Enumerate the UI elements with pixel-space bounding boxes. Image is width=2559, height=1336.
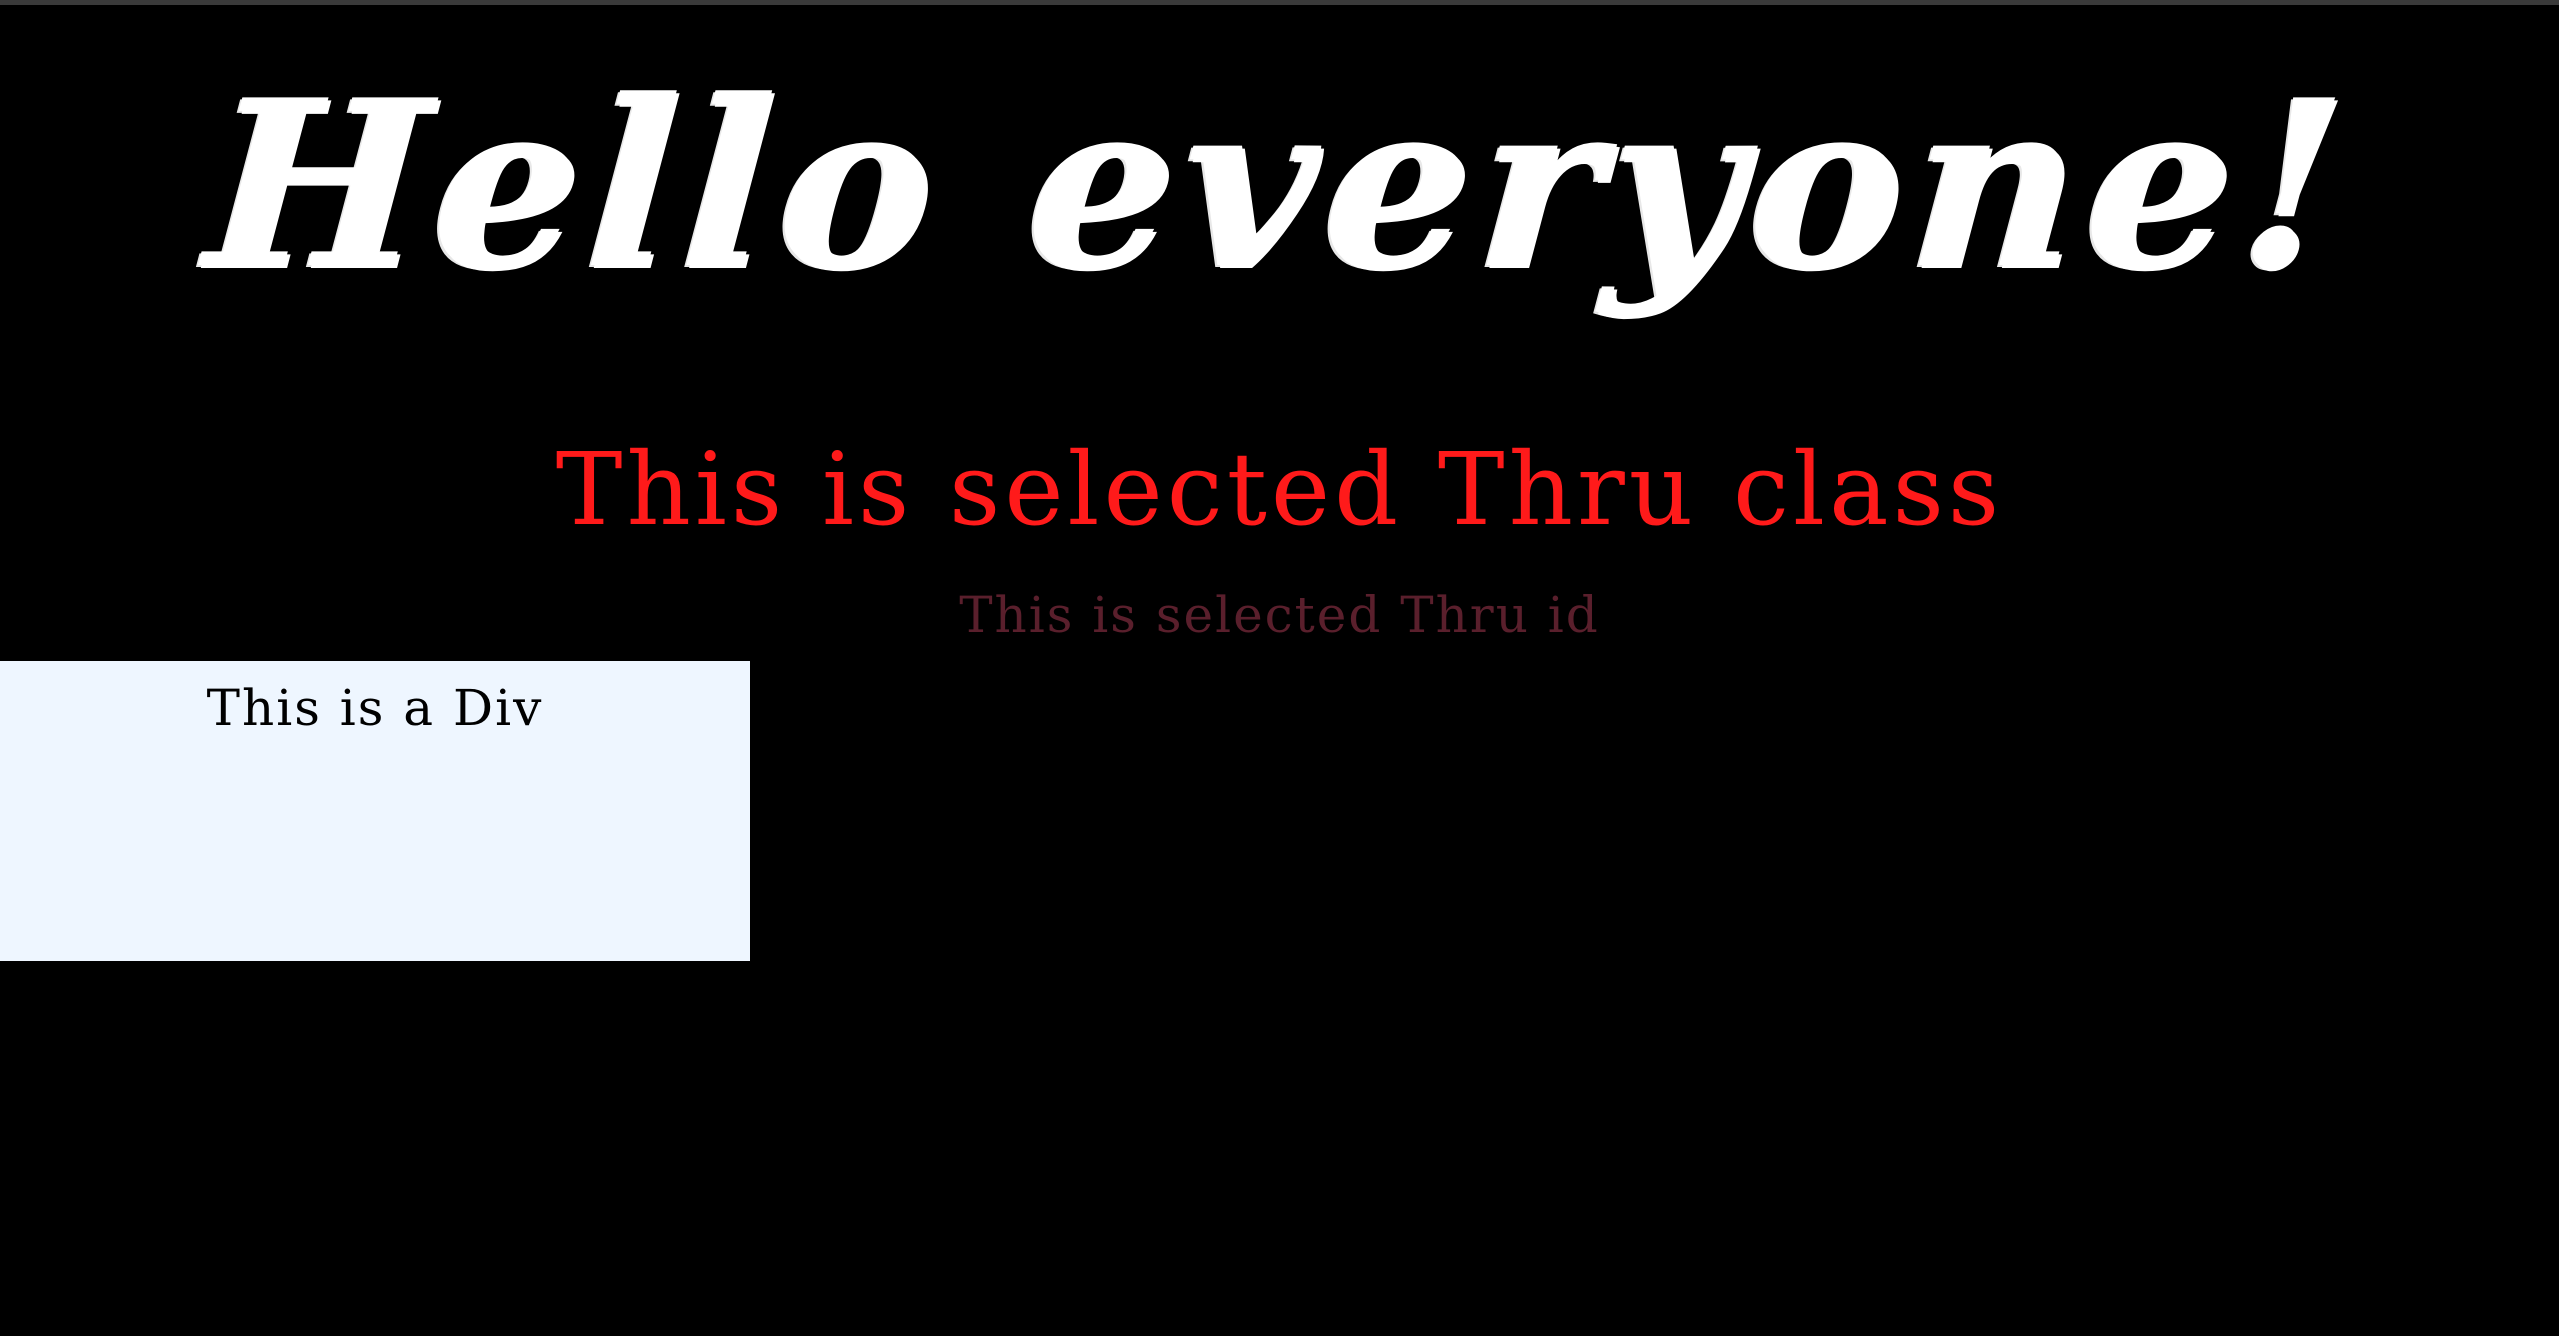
div-box-label: This is a Div <box>206 679 544 737</box>
div-box: This is a Div <box>0 661 750 961</box>
browser-top-strip <box>0 0 2559 5</box>
page-heading: Hello everyone! <box>199 50 2360 320</box>
id-selected-paragraph: This is selected Thru id <box>959 586 1600 644</box>
class-selected-paragraph: This is selected Thru class <box>555 431 2004 548</box>
